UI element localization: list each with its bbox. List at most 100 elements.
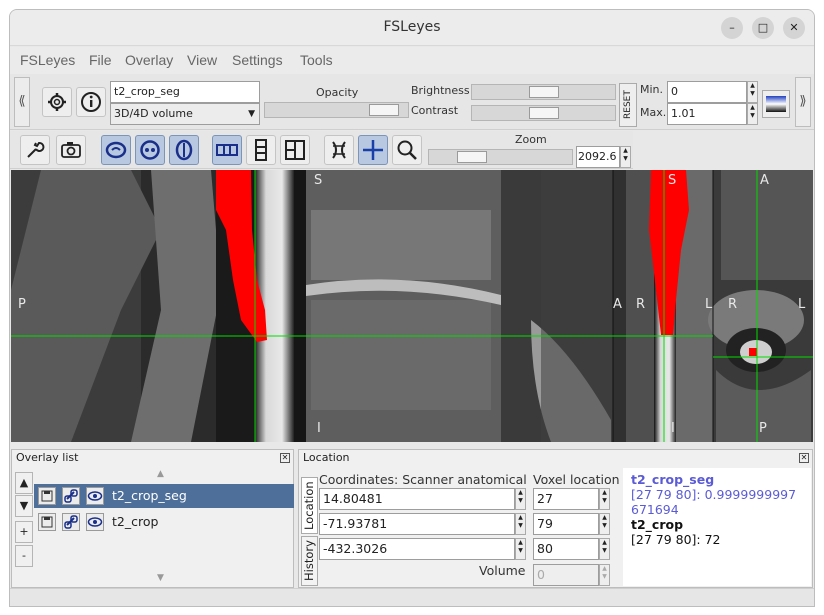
list-scroll-up[interactable]: ▲ <box>157 469 164 479</box>
layout-horizontal-button[interactable] <box>212 135 242 165</box>
coord-z-input[interactable]: -432.3026 <box>319 538 515 560</box>
toggle-axial-button[interactable] <box>169 135 199 165</box>
zoom-input[interactable]: 2092.6 <box>576 146 620 168</box>
settings-button[interactable] <box>42 87 72 117</box>
ortho-view-image[interactable] <box>11 170 813 442</box>
remove-overlay-button[interactable]: - <box>15 545 33 567</box>
view-settings-button[interactable] <box>20 135 50 165</box>
min-label: Min. <box>640 83 664 96</box>
colormap-button[interactable] <box>762 90 790 118</box>
menu-bar: FSLeyes File Overlay View Settings Tools <box>10 47 814 74</box>
sagittal-label-anterior: A <box>613 297 622 312</box>
voxel-y-spinner[interactable]: ▲ ▼ <box>599 513 610 535</box>
toolbar-scroll-right[interactable]: ⟫ <box>795 77 811 127</box>
info-button[interactable] <box>76 87 106 117</box>
movie-mode-button[interactable] <box>324 135 354 165</box>
max-spinner[interactable]: ▲ ▼ <box>747 103 758 125</box>
link-overlay-icon[interactable] <box>62 513 80 531</box>
link-overlay-icon[interactable] <box>62 487 80 505</box>
location-info-box: t2_crop_seg [27 79 80]: 0.99999999976716… <box>623 468 811 586</box>
voxel-location-header: Voxel location <box>533 472 620 487</box>
zoom-slider[interactable] <box>428 149 573 165</box>
sagittal-brain-icon <box>105 141 127 159</box>
coronal-label-superior: S <box>668 173 677 188</box>
film-icon <box>332 141 346 159</box>
coronal-view[interactable] <box>613 170 713 442</box>
coord-z-spinner[interactable]: ▲ ▼ <box>515 538 526 560</box>
add-overlay-button[interactable]: + <box>15 521 33 543</box>
reset-button[interactable]: RESET <box>619 83 637 127</box>
overlay-list-close-button[interactable]: ✕ <box>280 453 290 463</box>
menu-tools[interactable]: Tools <box>300 52 333 68</box>
minimize-button[interactable]: – <box>721 17 743 39</box>
visibility-eye-icon[interactable] <box>86 487 104 505</box>
overlay-name-field[interactable]: t2_crop_seg <box>110 81 260 103</box>
menu-settings[interactable]: Settings <box>232 52 283 68</box>
opacity-slider[interactable] <box>264 102 409 118</box>
ortho-view-canvas[interactable]: S I P A S I R L A P R L <box>11 170 813 442</box>
info-icon <box>81 92 101 112</box>
max-input[interactable]: 1.01 <box>667 103 747 125</box>
maximize-button[interactable]: □ <box>752 17 774 39</box>
overlay-item-t2-crop[interactable]: t2_crop <box>34 510 294 534</box>
zoom-slider-thumb[interactable] <box>457 151 487 163</box>
min-input[interactable]: 0 <box>667 81 747 103</box>
overlay-display-toolbar: ⟪ t2_crop_seg 3D/4D volume ▼ Opacity Bri… <box>10 74 814 130</box>
volume-label: Volume <box>479 563 526 578</box>
save-overlay-icon[interactable] <box>38 513 56 531</box>
toggle-cursor-button[interactable] <box>358 135 388 165</box>
overlay-type-select[interactable]: 3D/4D volume ▼ <box>110 103 260 125</box>
info-overlay-value: [27 79 80]: 0.9999999997671694 <box>631 487 797 517</box>
voxel-y-input[interactable]: 79 <box>533 513 599 535</box>
contrast-label: Contrast <box>411 104 459 117</box>
close-window-button[interactable]: ✕ <box>783 17 805 39</box>
tab-location[interactable]: Location <box>301 477 318 534</box>
overlay-list-panel: Overlay list ✕ ▲ ▼ + - ▲ ▼ t2_crop_seg t… <box>11 449 294 588</box>
toggle-coronal-button[interactable] <box>135 135 165 165</box>
toggle-sagittal-button[interactable] <box>101 135 131 165</box>
zoom-spinner[interactable]: ▲ ▼ <box>620 146 631 168</box>
voxel-x-input[interactable]: 27 <box>533 488 599 510</box>
overlay-item-t2-crop-seg[interactable]: t2_crop_seg <box>34 484 294 508</box>
location-panel: Location ✕ Location History Coordinates:… <box>298 449 813 588</box>
voxel-z-spinner[interactable]: ▲ ▼ <box>599 538 610 560</box>
menu-file[interactable]: File <box>89 52 112 68</box>
contrast-slider-thumb[interactable] <box>529 107 559 119</box>
coord-y-spinner[interactable]: ▲ ▼ <box>515 513 526 535</box>
camera-icon <box>61 142 81 158</box>
overlay-item-label: t2_crop <box>112 514 159 529</box>
layout-vertical-button[interactable] <box>246 135 276 165</box>
tab-history[interactable]: History <box>301 536 318 586</box>
location-close-button[interactable]: ✕ <box>799 453 809 463</box>
coord-x-spinner[interactable]: ▲ ▼ <box>515 488 526 510</box>
screenshot-button[interactable] <box>56 135 86 165</box>
min-spinner[interactable]: ▲ ▼ <box>747 81 758 103</box>
opacity-slider-thumb[interactable] <box>369 104 399 116</box>
brightness-slider-thumb[interactable] <box>529 86 559 98</box>
voxel-x-spinner[interactable]: ▲ ▼ <box>599 488 610 510</box>
colormap-gradient-icon <box>766 96 786 112</box>
menu-view[interactable]: View <box>187 52 217 68</box>
voxel-z-input[interactable]: 80 <box>533 538 599 560</box>
zoom-mode-button[interactable] <box>392 135 422 165</box>
visibility-eye-icon[interactable] <box>86 513 104 531</box>
sagittal-label-inferior: I <box>317 421 321 436</box>
list-scroll-down[interactable]: ▼ <box>157 573 164 583</box>
brightness-slider[interactable] <box>471 84 616 100</box>
axial-label-left: L <box>798 297 806 312</box>
save-overlay-icon[interactable] <box>38 487 56 505</box>
volume-input[interactable]: 0 <box>533 564 599 586</box>
move-overlay-down-button[interactable]: ▼ <box>15 495 33 517</box>
toolbar-scroll-left[interactable]: ⟪ <box>14 77 30 127</box>
coord-y-input[interactable]: -71.93781 <box>319 513 515 535</box>
layout-grid-button[interactable] <box>280 135 310 165</box>
reset-label: RESET <box>623 90 633 120</box>
volume-spinner[interactable]: ▲ ▼ <box>599 564 610 586</box>
max-label: Max. <box>640 106 667 119</box>
sagittal-view[interactable] <box>11 170 613 442</box>
menu-overlay[interactable]: Overlay <box>125 52 173 68</box>
menu-fsleyes[interactable]: FSLeyes <box>20 52 75 68</box>
contrast-slider[interactable] <box>471 105 616 121</box>
coord-x-input[interactable]: 14.80481 <box>319 488 515 510</box>
move-overlay-up-button[interactable]: ▲ <box>15 472 33 494</box>
